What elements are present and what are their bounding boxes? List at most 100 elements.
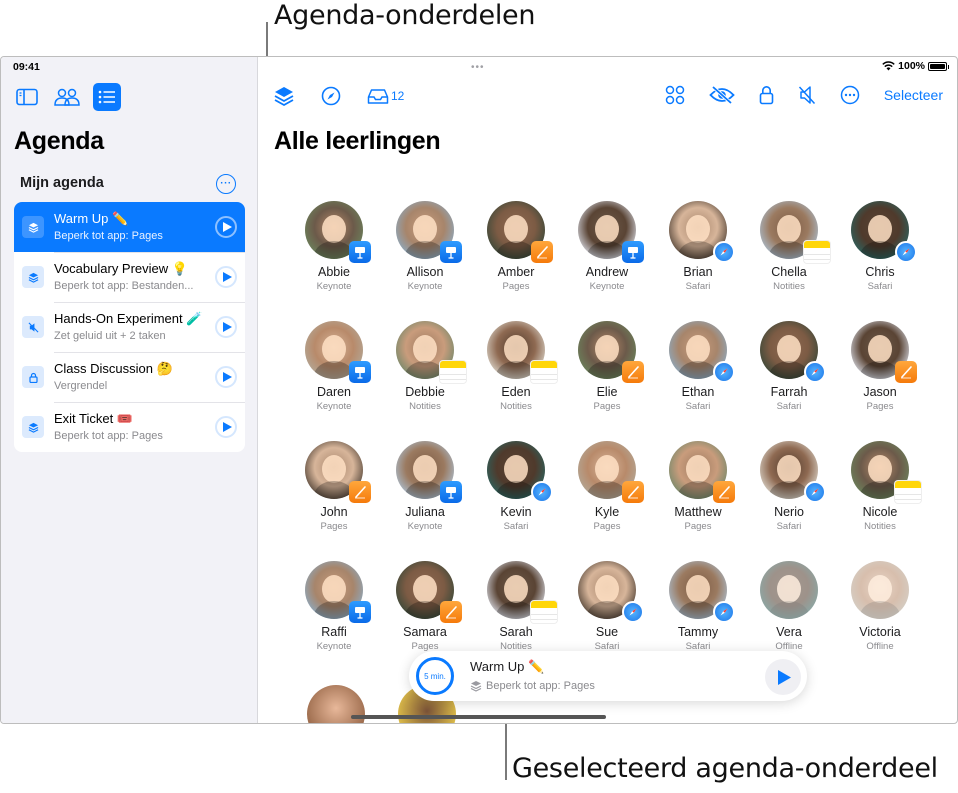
- students-button[interactable]: [53, 83, 81, 111]
- keynote-app-icon: [349, 601, 371, 623]
- play-icon: [778, 669, 791, 685]
- student-name: Elie: [596, 385, 618, 399]
- student-tile[interactable]: Daren Keynote: [289, 321, 379, 412]
- divider: [54, 352, 245, 353]
- play-button[interactable]: [215, 216, 237, 238]
- student-name: Sarah: [499, 625, 533, 639]
- student-avatar: [305, 321, 371, 383]
- play-button[interactable]: [215, 266, 237, 288]
- student-tile[interactable]: Jason Pages: [835, 321, 925, 412]
- student-tile[interactable]: Kevin Safari: [471, 441, 561, 532]
- play-button[interactable]: [215, 416, 237, 438]
- callout-agenda-items: Agenda-onderdelen: [274, 0, 536, 31]
- student-tile[interactable]: Raffi Keynote: [289, 561, 379, 652]
- student-tile[interactable]: Andrew Keynote: [562, 201, 652, 292]
- student-tile[interactable]: Juliana Keynote: [380, 441, 470, 532]
- layers-icon: [22, 416, 44, 438]
- speaker-mute-icon[interactable]: [798, 85, 816, 105]
- student-tile[interactable]: Kyle Pages: [562, 441, 652, 532]
- student-tile[interactable]: Sarah Notities: [471, 561, 561, 652]
- ellipsis-circle-icon[interactable]: ···: [216, 174, 236, 194]
- main-panel: ••• 100% 12 Selecteer Alle leerlingen Ab…: [259, 57, 957, 723]
- status-time: 09:41: [13, 61, 40, 73]
- safari-app-icon: [622, 601, 644, 623]
- agenda-item-hands-on-experiment[interactable]: Hands-On Experiment 🧪 Zet geluid uit + 2…: [14, 302, 245, 352]
- sidebar-toggle-button[interactable]: [13, 83, 41, 111]
- student-name: Nerio: [774, 505, 804, 519]
- compass-icon[interactable]: [321, 86, 341, 106]
- agenda-button[interactable]: [93, 83, 121, 111]
- now-playing-subtitle: Beperk tot app: Pages: [470, 680, 595, 692]
- student-tile[interactable]: Nicole Notities: [835, 441, 925, 532]
- safari-app-icon: [804, 481, 826, 503]
- student-tile[interactable]: Samara Pages: [380, 561, 470, 652]
- lock-icon[interactable]: [759, 85, 774, 105]
- student-name: Brian: [683, 265, 713, 279]
- student-tile[interactable]: Tammy Safari: [653, 561, 743, 652]
- status-indicators: 100%: [882, 60, 949, 72]
- student-tile[interactable]: Chella Notities: [744, 201, 834, 292]
- main-toolbar-left: 12: [273, 85, 404, 107]
- now-playing-subtitle-text: Beperk tot app: Pages: [486, 680, 595, 692]
- agenda-item-class-discussion[interactable]: Class Discussion 🤔 Vergrendel: [14, 352, 245, 402]
- student-tile[interactable]: Victoria Offline: [835, 561, 925, 652]
- play-button[interactable]: [215, 366, 237, 388]
- student-name: Abbie: [318, 265, 350, 279]
- ellipsis-circle-icon[interactable]: [840, 85, 860, 105]
- student-avatar: [669, 561, 735, 623]
- agenda-item-exit-ticket[interactable]: Exit Ticket 🎟️ Beperk tot app: Pages: [14, 402, 245, 452]
- student-tile[interactable]: Chris Safari: [835, 201, 925, 292]
- student-name: Eden: [501, 385, 531, 399]
- student-name: Matthew: [674, 505, 722, 519]
- eye-slash-icon[interactable]: [709, 86, 735, 104]
- battery-full-icon: [928, 61, 949, 71]
- multitasking-grabber[interactable]: •••: [471, 62, 485, 73]
- layers-icon[interactable]: [273, 85, 295, 107]
- student-tile[interactable]: Allison Keynote: [380, 201, 470, 292]
- timer-label: 5 min.: [424, 671, 446, 681]
- student-tile[interactable]: Matthew Pages: [653, 441, 743, 532]
- select-button[interactable]: Selecteer: [884, 87, 943, 103]
- student-tile[interactable]: Ethan Safari: [653, 321, 743, 412]
- student-app: Safari: [685, 401, 711, 412]
- sidebar: 09:41 Agenda Mijn agenda ··· Warm Up ✏️: [1, 57, 258, 723]
- agenda-item-warm-up[interactable]: Warm Up ✏️ Beperk tot app: Pages: [14, 202, 245, 252]
- selected-agenda-item-bar[interactable]: 5 min. Warm Up ✏️ Beperk tot app: Pages: [409, 651, 807, 701]
- agenda-item-title: Hands-On Experiment 🧪: [54, 311, 203, 326]
- student-avatar: [305, 561, 371, 623]
- student-avatar: [305, 201, 371, 263]
- play-button[interactable]: [765, 659, 801, 695]
- notes-app-icon: [804, 241, 830, 263]
- student-tile[interactable]: Brian Safari: [653, 201, 743, 292]
- student-tile[interactable]: Nerio Safari: [744, 441, 834, 532]
- student-tile[interactable]: Debbie Notities: [380, 321, 470, 412]
- lock-icon: [22, 366, 44, 388]
- agenda-item-vocabulary-preview[interactable]: Vocabulary Preview 💡 Beperk tot app: Bes…: [14, 252, 245, 302]
- play-button[interactable]: [215, 316, 237, 338]
- student-avatar: [487, 321, 557, 383]
- student-tile[interactable]: Abbie Keynote: [289, 201, 379, 292]
- student-app: Pages: [866, 401, 894, 412]
- student-tile[interactable]: Sue Safari: [562, 561, 652, 652]
- student-tile[interactable]: Amber Pages: [471, 201, 561, 292]
- student-tile[interactable]: John Pages: [289, 441, 379, 532]
- student-tile[interactable]: Elie Pages: [562, 321, 652, 412]
- grid-circles-icon[interactable]: [665, 85, 685, 105]
- student-app: Safari: [867, 281, 893, 292]
- student-tile[interactable]: Farrah Safari: [744, 321, 834, 412]
- safari-app-icon: [713, 241, 735, 263]
- student-app: Pages: [593, 401, 621, 412]
- keynote-app-icon: [349, 361, 371, 383]
- agenda-item-title: Warm Up ✏️: [54, 211, 129, 226]
- student-tile[interactable]: Vera Offline: [744, 561, 834, 652]
- play-icon: [222, 322, 232, 332]
- main-toolbar-right: Selecteer: [665, 85, 943, 105]
- student-tile[interactable]: Eden Notities: [471, 321, 561, 412]
- speaker-mute-icon: [22, 316, 44, 338]
- divider: [54, 402, 245, 403]
- student-name: Sue: [595, 625, 619, 639]
- agenda-item-subtitle: Zet geluid uit + 2 taken: [54, 330, 166, 342]
- divider: [54, 302, 245, 303]
- inbox-button[interactable]: 12: [367, 88, 404, 105]
- student-photo: [760, 561, 818, 619]
